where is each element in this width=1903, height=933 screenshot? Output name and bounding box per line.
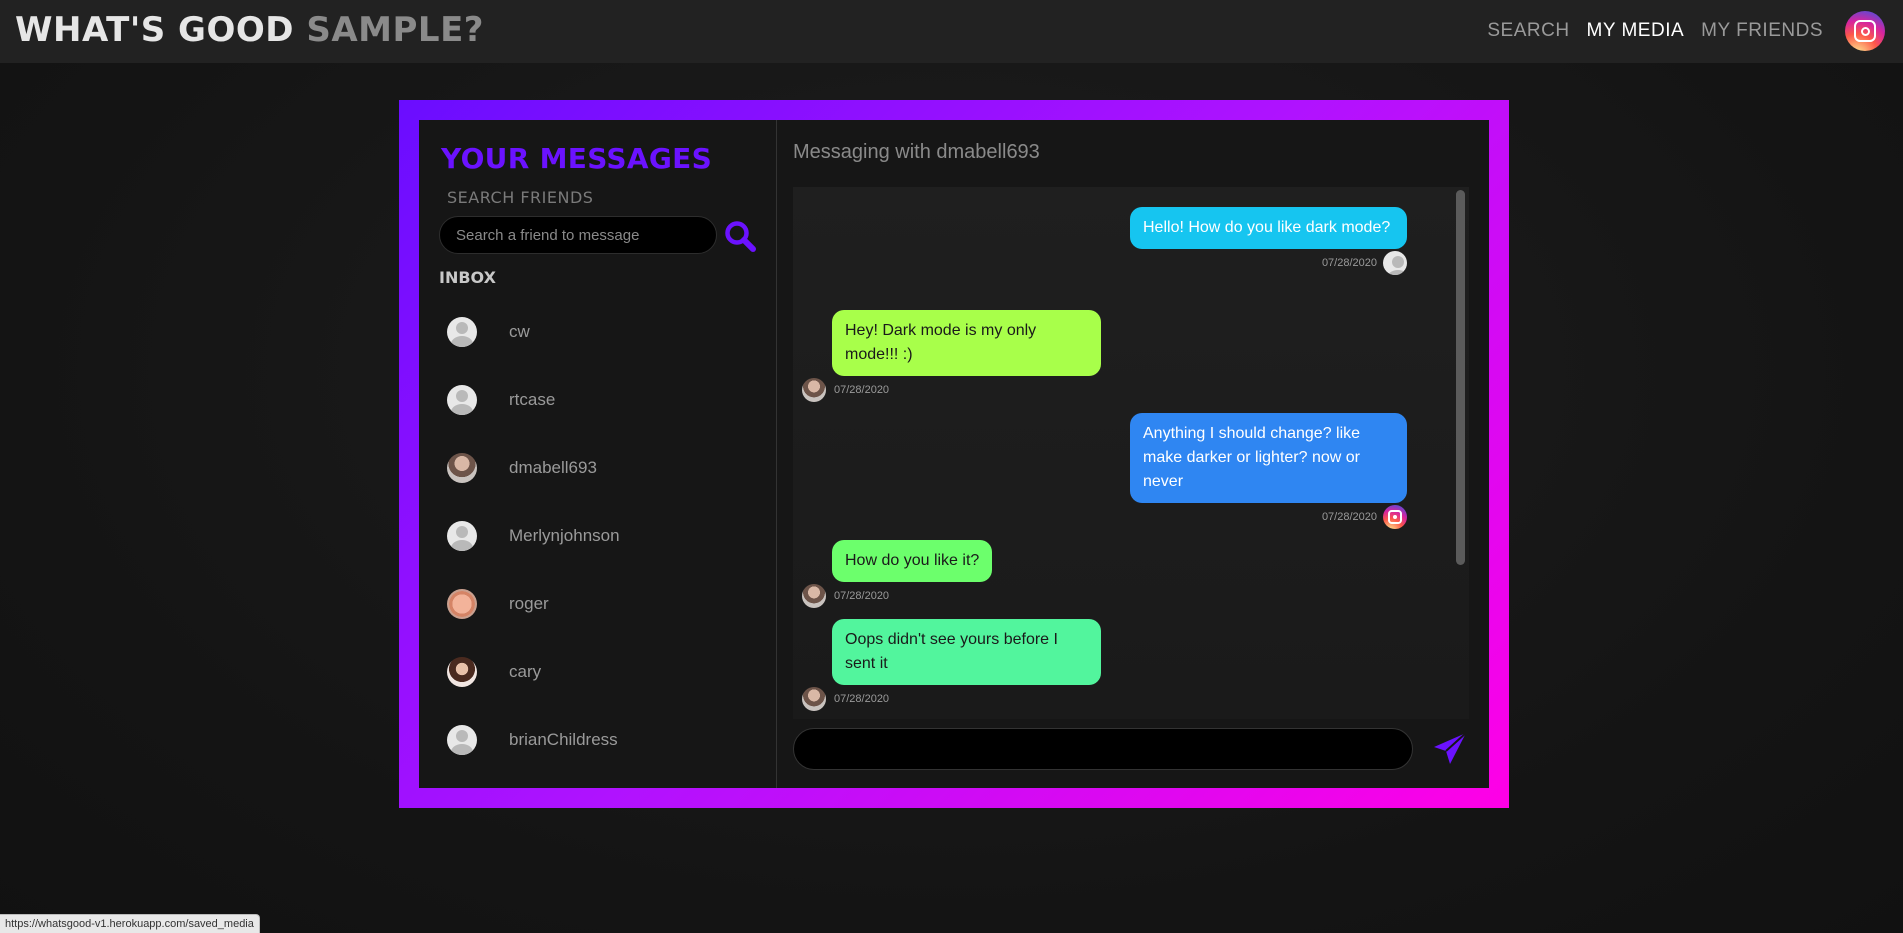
photo-avatar <box>802 687 826 711</box>
inbox-item-roger[interactable]: roger <box>447 570 757 638</box>
message-bubble: Oops didn't see yours before I sent it <box>832 619 1101 685</box>
messages-frame: YOUR MESSAGES SEARCH FRIENDS INBOX cw rt… <box>399 100 1509 808</box>
message-meta: 07/28/2020 <box>802 378 1101 402</box>
inbox-item-name: Merlynjohnson <box>509 526 620 545</box>
profile-avatar[interactable] <box>1845 11 1885 51</box>
message-received: Oops didn't see yours before I sent it 0… <box>802 619 1101 711</box>
instagram-avatar <box>1383 505 1407 529</box>
brand-logo[interactable]: WHAT'S GOOD SAMPLE? <box>15 10 484 50</box>
photo-avatar <box>447 657 477 687</box>
inbox-item-merlynjohnson[interactable]: Merlynjohnson <box>447 502 757 570</box>
message-received: How do you like it? 07/28/2020 <box>802 540 993 608</box>
messages-sidebar: YOUR MESSAGES SEARCH FRIENDS INBOX cw rt… <box>419 120 777 788</box>
message-meta: 07/28/2020 <box>1130 505 1407 529</box>
top-navbar: WHAT'S GOOD SAMPLE? SEARCH MY MEDIA MY F… <box>0 0 1903 63</box>
message-date: 07/28/2020 <box>834 590 890 602</box>
message-meta: 07/28/2020 <box>802 584 992 608</box>
inbox-item-name: dmabell693 <box>509 458 597 477</box>
inbox-item-name: cw <box>509 322 530 341</box>
message-date: 07/28/2020 <box>1321 511 1377 523</box>
message-bubble: Hey! Dark mode is my only mode!!! :) <box>832 310 1101 376</box>
brand-title: WHAT'S GOOD <box>15 10 294 50</box>
default-avatar <box>447 385 477 415</box>
message-sent: Hello! How do you like dark mode? 07/28/… <box>1130 207 1407 275</box>
photo-avatar <box>802 378 826 402</box>
search-icon <box>725 221 756 252</box>
message-thread[interactable]: Hello! How do you like dark mode? 07/28/… <box>793 187 1469 719</box>
inbox-item-cw[interactable]: cw <box>447 298 757 366</box>
message-date: 07/28/2020 <box>834 384 890 396</box>
inbox-item-rtcase[interactable]: rtcase <box>447 366 757 434</box>
conversation-pane: Messaging with dmabell693 Hello! How do … <box>777 120 1489 788</box>
inbox-item-name: roger <box>509 594 549 613</box>
default-avatar <box>447 317 477 347</box>
message-date: 07/28/2020 <box>834 693 890 705</box>
inbox-item-name: rtcase <box>509 390 556 409</box>
inbox-item-cary[interactable]: cary <box>447 638 757 706</box>
message-meta: 07/28/2020 <box>1130 251 1407 275</box>
inbox-item-name: brianChildress <box>509 730 618 749</box>
inbox-list: cw rtcase dmabell693 Merlynjohnson roger <box>447 298 757 774</box>
messages-panel: YOUR MESSAGES SEARCH FRIENDS INBOX cw rt… <box>419 120 1489 788</box>
search-friends-label: SEARCH FRIENDS <box>447 188 594 207</box>
inbox-item-brianchildress[interactable]: brianChildress <box>447 706 757 774</box>
photo-avatar <box>802 584 826 608</box>
message-date: 07/28/2020 <box>1321 257 1377 269</box>
sidebar-title: YOUR MESSAGES <box>441 142 713 175</box>
nav-search-link[interactable]: SEARCH <box>1487 20 1569 42</box>
message-sent: Anything I should change? like make dark… <box>1130 413 1407 529</box>
send-button[interactable] <box>1431 730 1469 768</box>
instagram-icon <box>1388 510 1402 524</box>
message-bubble: Hello! How do you like dark mode? <box>1130 207 1407 249</box>
nav-my-friends-link[interactable]: MY FRIENDS <box>1701 20 1823 42</box>
nav-my-media-link[interactable]: MY MEDIA <box>1587 20 1685 42</box>
default-avatar <box>447 725 477 755</box>
inbox-item-dmabell693[interactable]: dmabell693 <box>447 434 757 502</box>
default-avatar <box>1383 251 1407 275</box>
inbox-item-name: cary <box>509 662 542 681</box>
conversation-title: Messaging with dmabell693 <box>793 141 1040 163</box>
search-friend-input[interactable] <box>439 216 717 254</box>
thread-scrollbar[interactable] <box>1456 190 1465 565</box>
message-compose-input[interactable] <box>793 728 1413 770</box>
brand-subtitle: SAMPLE? <box>306 10 485 50</box>
message-bubble: Anything I should change? like make dark… <box>1130 413 1407 503</box>
message-meta: 07/28/2020 <box>802 687 1101 711</box>
send-icon <box>1434 732 1467 764</box>
photo-avatar <box>447 453 477 483</box>
message-received: Hey! Dark mode is my only mode!!! :) 07/… <box>802 310 1101 402</box>
message-bubble: How do you like it? <box>832 540 993 582</box>
nav-links: SEARCH MY MEDIA MY FRIENDS <box>1487 20 1823 42</box>
inbox-label: INBOX <box>439 268 496 287</box>
search-button[interactable] <box>723 219 757 253</box>
browser-status-url: https://whatsgood-v1.herokuapp.com/saved… <box>0 914 260 933</box>
default-avatar <box>447 521 477 551</box>
instagram-icon <box>1854 20 1876 42</box>
baby-photo-avatar <box>447 589 477 619</box>
